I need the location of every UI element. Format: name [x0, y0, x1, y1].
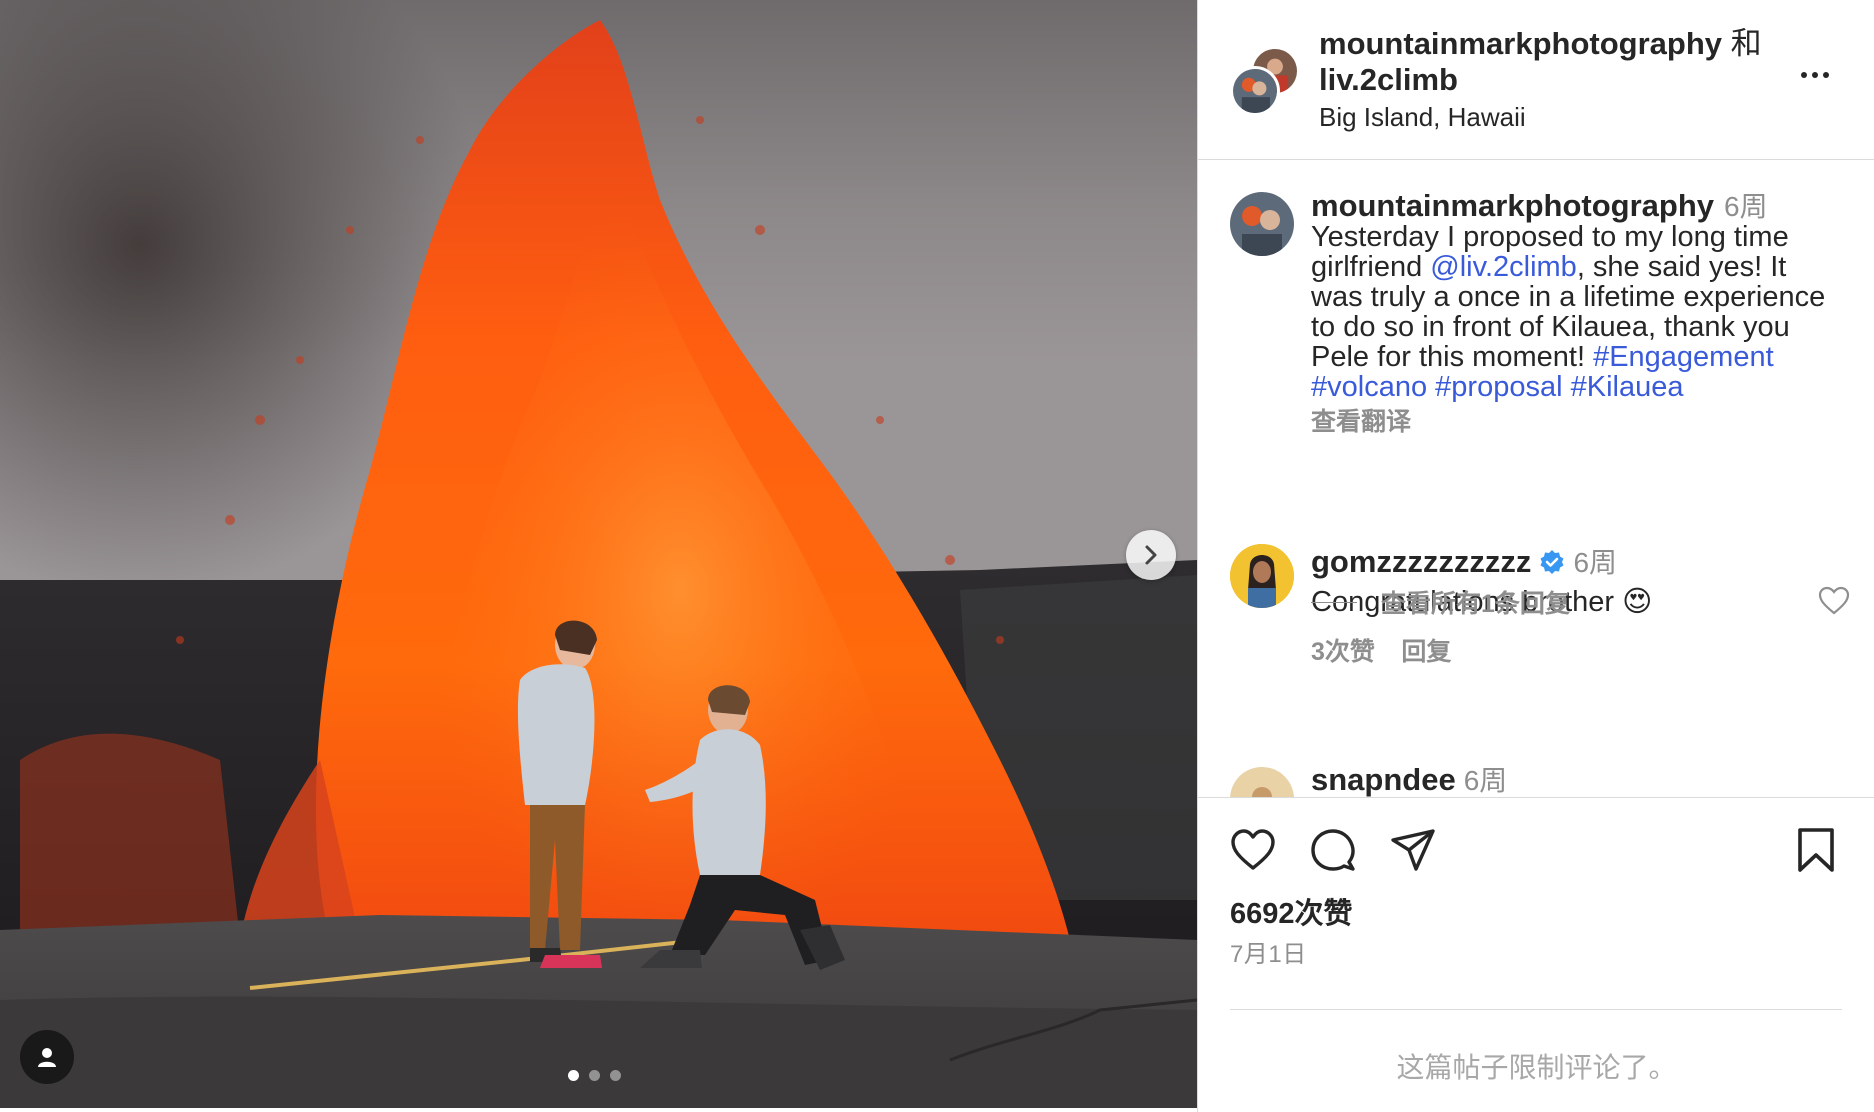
hashtag[interactable]: #proposal [1435, 371, 1562, 403]
commenter-username[interactable]: gomzzzzzzzzzz [1311, 544, 1531, 579]
post-media[interactable] [0, 0, 1197, 1108]
post-date: 7月1日 [1230, 941, 1307, 968]
hashtag[interactable]: #Kilauea [1571, 371, 1684, 403]
caption-avatar[interactable] [1230, 192, 1294, 256]
coauthor-joiner: 和 [1730, 26, 1762, 61]
more-options-button[interactable] [1795, 60, 1835, 90]
commenter-avatar[interactable] [1230, 767, 1294, 797]
tagged-users-button[interactable] [20, 1030, 74, 1084]
more-options-icon-dot [1812, 72, 1818, 78]
more-options-icon-dot [1823, 72, 1829, 78]
carousel-dot [589, 1070, 600, 1081]
comment-icon[interactable] [1309, 826, 1357, 874]
more-options-icon [1801, 72, 1807, 78]
coauthor-username[interactable]: liv.2climb [1319, 62, 1458, 97]
next-photo-button[interactable] [1126, 530, 1176, 580]
carousel-dot [610, 1070, 621, 1081]
caption-mention[interactable]: @liv.2climb [1430, 251, 1577, 283]
post-location[interactable]: Big Island, Hawaii [1319, 100, 1779, 134]
author-avatars[interactable] [1230, 46, 1302, 118]
reply-button[interactable]: 回复 [1401, 638, 1451, 666]
carousel-indicator [568, 1070, 621, 1081]
commenter-username[interactable]: snapndee [1311, 762, 1456, 797]
bookmark-icon[interactable] [1792, 826, 1840, 874]
send-icon[interactable] [1389, 826, 1437, 874]
caption-time: 6周 [1724, 191, 1768, 222]
commenter-avatar[interactable] [1230, 544, 1294, 608]
view-replies-label: 查看所有1条回复 [1381, 590, 1570, 618]
post-details-panel: mountainmarkphotography 和 liv.2climb Big… [1197, 0, 1874, 1112]
author-avatar[interactable] [1230, 66, 1280, 116]
comments-section[interactable]: mountainmarkphotography 6周 Yesterday I pr… [1198, 161, 1874, 797]
caption-username[interactable]: mountainmarkphotography [1311, 188, 1714, 223]
chevron-right-icon [1145, 545, 1157, 565]
hashtag[interactable]: #volcano [1311, 371, 1427, 403]
comments-limited-notice: 这篇帖子限制评论了。 [1396, 1052, 1677, 1083]
author-names: mountainmarkphotography 和 liv.2climb Big… [1319, 26, 1779, 134]
comment-time: 6周 [1573, 547, 1618, 578]
author-username[interactable]: mountainmarkphotography [1319, 26, 1722, 61]
comment-heart-icon[interactable] [1818, 586, 1850, 616]
view-replies-button[interactable]: 查看所有1条回复 [1311, 584, 1570, 620]
see-translation-link[interactable]: 查看翻译 [1311, 402, 1831, 438]
caption-text: Yesterday I proposed to my long time gir… [1311, 222, 1831, 402]
carousel-dot [568, 1070, 579, 1081]
post-actions: 6692次赞 7月1日 这篇帖子限制评论了。 [1198, 797, 1874, 1112]
user-tag-icon [38, 1048, 56, 1067]
comment-likes-count[interactable]: 3次赞 [1311, 638, 1375, 666]
verified-badge-icon [1540, 550, 1564, 574]
heart-eyes-emoji: 😍 [1622, 586, 1653, 618]
heart-icon[interactable] [1229, 826, 1277, 874]
divider [1230, 1009, 1842, 1010]
hashtag[interactable]: #Engagement [1593, 341, 1774, 373]
post-header: mountainmarkphotography 和 liv.2climb Big… [1198, 0, 1874, 160]
likes-count[interactable]: 6692次赞 [1230, 890, 1353, 932]
comment-time: 6周 [1463, 765, 1508, 796]
volcano-proposal-photo [0, 0, 1197, 1108]
